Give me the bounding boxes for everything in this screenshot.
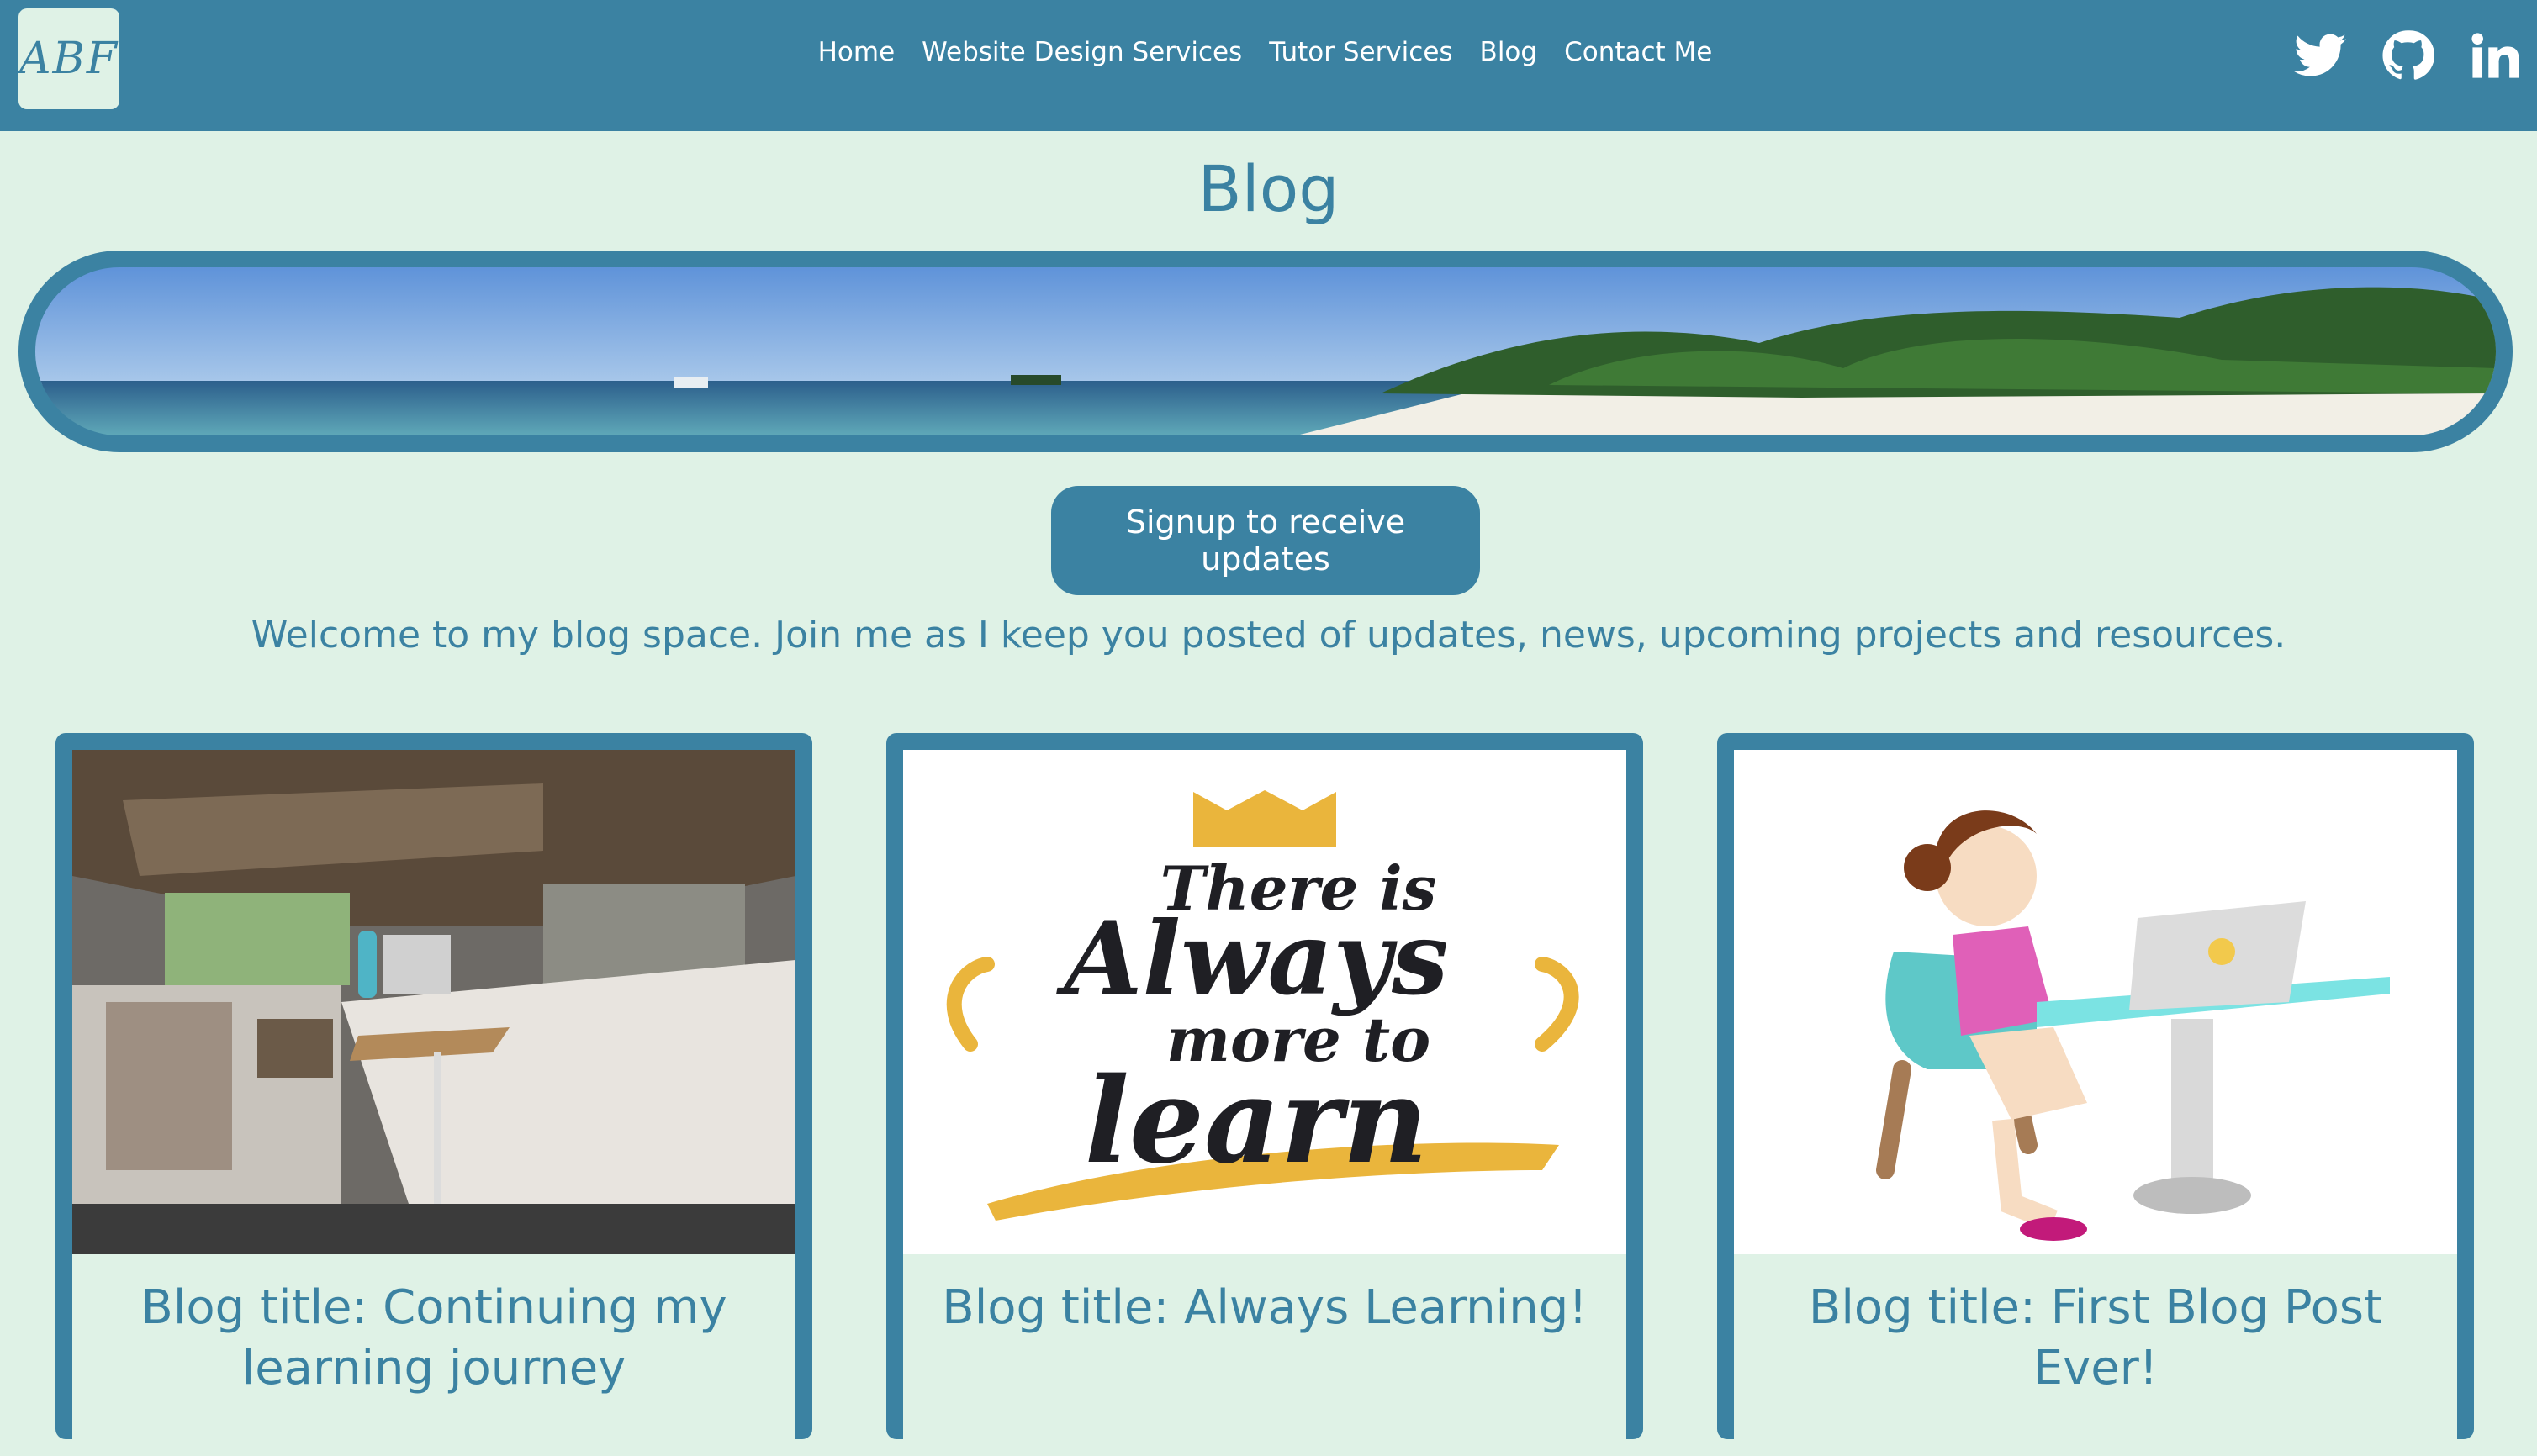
- image-text-line2: Always: [1055, 899, 1448, 1018]
- nav-link-blog[interactable]: Blog: [1480, 37, 1538, 67]
- image-text-line4: learn: [1085, 1052, 1429, 1190]
- blog-card-body: Blog title: Continuing my learning journ…: [72, 1254, 795, 1456]
- top-navbar: ABF Home Website Design Services Tutor S…: [0, 0, 2537, 131]
- blog-card-title[interactable]: Blog title: Always Learning!: [903, 1254, 1626, 1338]
- girl-laptop-image: [1734, 750, 2457, 1254]
- beach-banner-image: [35, 267, 2496, 435]
- linkedin-icon[interactable]: [2468, 29, 2522, 82]
- hero-banner: [18, 251, 2513, 452]
- nav-link-contact-me[interactable]: Contact Me: [1564, 37, 1712, 67]
- github-icon[interactable]: [2381, 29, 2434, 82]
- nav-link-home[interactable]: Home: [818, 37, 896, 67]
- blog-card-body: Blog title: Always Learning!: [903, 1254, 1626, 1456]
- social-links: [2293, 29, 2522, 82]
- blog-card[interactable]: Blog title: Continuing my learning journ…: [55, 733, 812, 1456]
- blog-card-title[interactable]: Blog title: Continuing my learning journ…: [72, 1254, 795, 1399]
- always-learn-image: There is Always more to learn: [903, 750, 1626, 1254]
- twitter-icon[interactable]: [2293, 29, 2347, 82]
- nav-link-tutor-services[interactable]: Tutor Services: [1269, 37, 1452, 67]
- blog-card[interactable]: Blog title: First Blog Post Ever!: [1717, 733, 2474, 1456]
- page-title: Blog: [1197, 151, 1340, 226]
- van-interior-image: [72, 750, 795, 1254]
- nav-link-website-design-services[interactable]: Website Design Services: [922, 37, 1242, 67]
- main-menu: Home Website Design Services Tutor Servi…: [0, 37, 2537, 67]
- blog-card-body: Blog title: First Blog Post Ever!: [1734, 1254, 2457, 1456]
- blog-card-title[interactable]: Blog title: First Blog Post Ever!: [1734, 1254, 2457, 1399]
- blog-card[interactable]: There is Always more to learn Blog title…: [886, 733, 1643, 1456]
- signup-updates-button[interactable]: Signup to receive updates: [1051, 486, 1480, 595]
- welcome-text: Welcome to my blog space. Join me as I k…: [251, 614, 2286, 657]
